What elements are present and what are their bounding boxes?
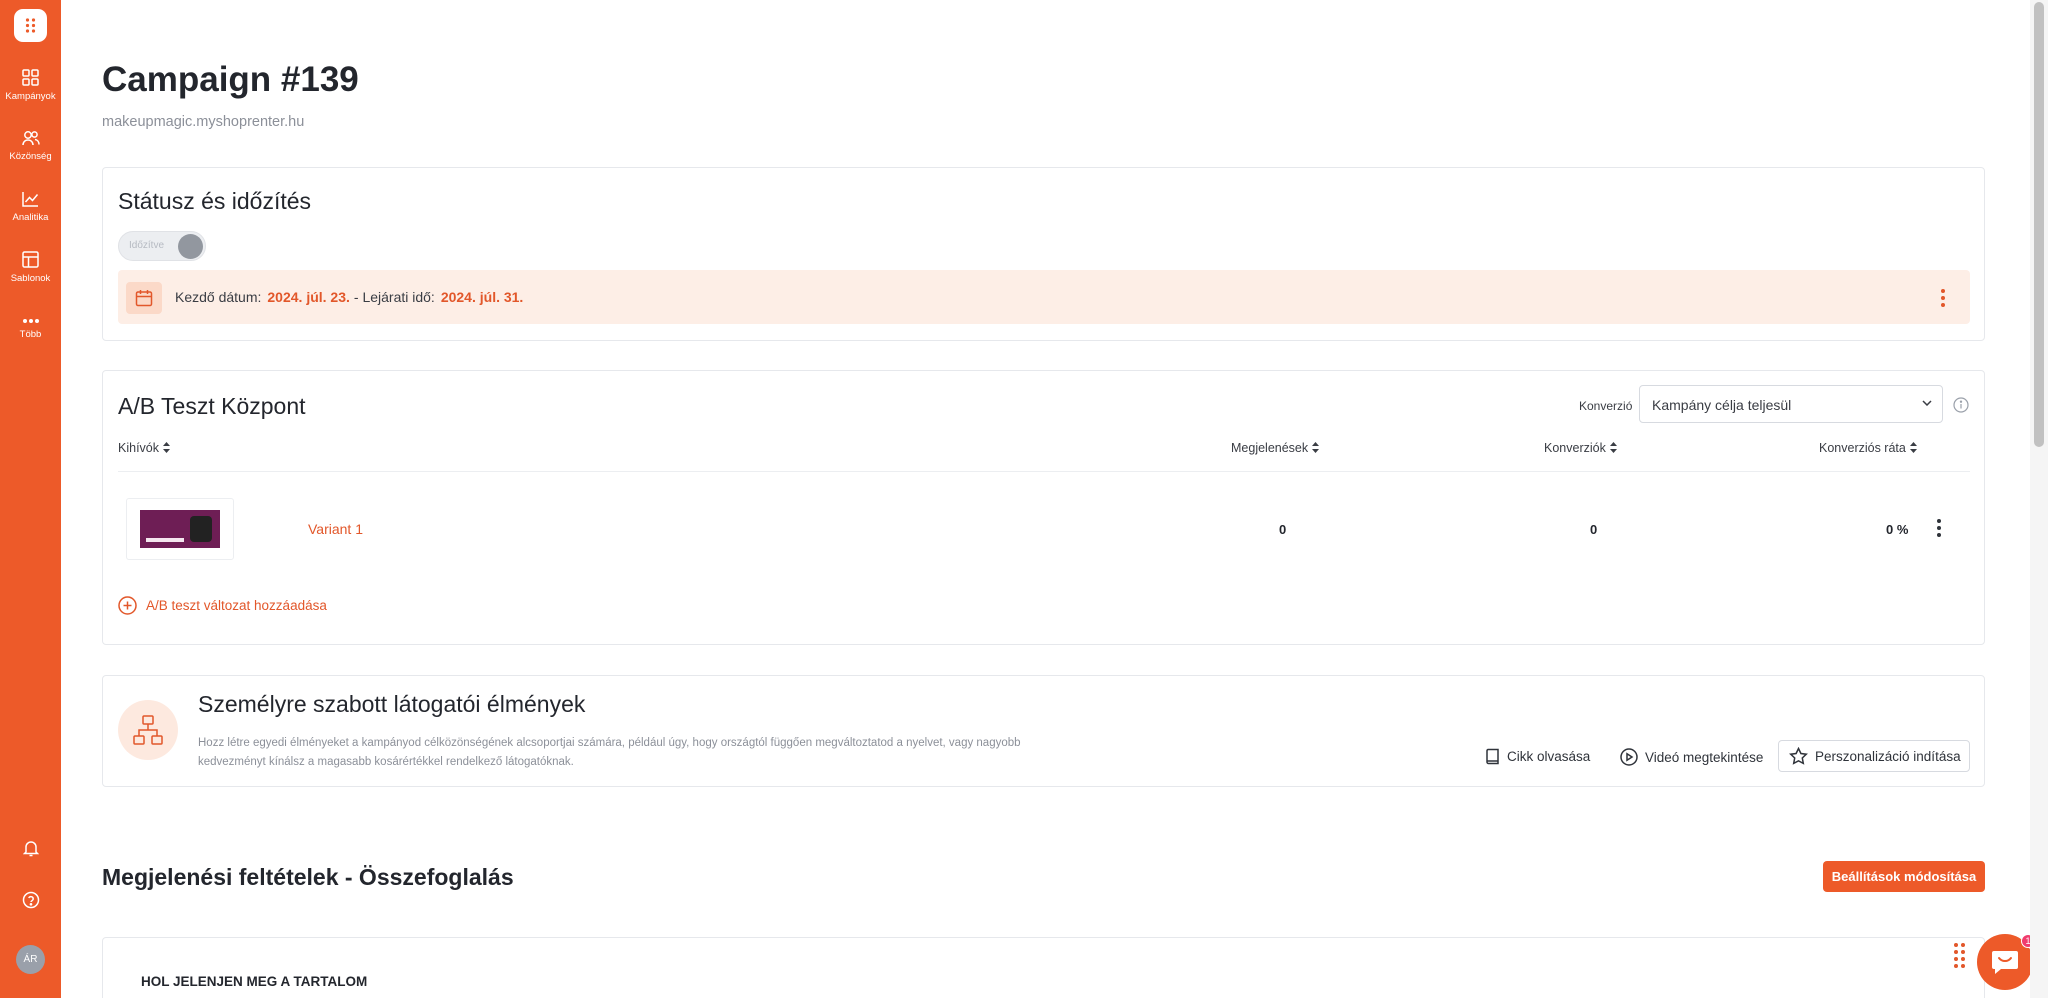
- column-header-conversions[interactable]: Konverziók: [1544, 441, 1617, 455]
- conversion-select-value: Kampány célja teljesül: [1652, 397, 1792, 413]
- start-personalization-button[interactable]: Perszonalizáció indítása: [1778, 740, 1970, 772]
- status-title: Státusz és időzítés: [118, 188, 312, 214]
- conversion-select[interactable]: Kampány célja teljesül: [1639, 385, 1943, 423]
- help-icon: [22, 891, 39, 909]
- sidebar-item-label: Analitika: [12, 212, 49, 223]
- add-ab-variant-button[interactable]: A/B teszt változat hozzáadása: [118, 596, 327, 615]
- bell-icon: [22, 841, 39, 857]
- chart-icon: [22, 192, 39, 207]
- sidebar-item-audience[interactable]: Közönség: [0, 130, 61, 162]
- personalization-description: Hozz létre egyedi élményeket a kampányod…: [198, 737, 1021, 768]
- scrollbar-thumb[interactable]: [2034, 2, 2044, 447]
- toggle-label: Időzítve: [129, 240, 165, 251]
- sort-icon: [1609, 442, 1617, 453]
- sort-icon: [163, 442, 170, 453]
- page-scrollbar[interactable]: [2030, 0, 2048, 998]
- start-date-label: Kezdő dátum:: [175, 289, 262, 305]
- kebab-icon: [1937, 519, 1941, 523]
- schedule-menu-button[interactable]: [1941, 289, 1945, 307]
- end-date-label: - Lejárati idő:: [353, 289, 435, 305]
- sidebar-item-campaigns[interactable]: Kampányok: [0, 69, 61, 102]
- sidebar: Kampányok Közönség Analitika Sablonok Tö…: [0, 0, 61, 998]
- chat-bubble-icon: [1992, 951, 2018, 974]
- end-date-value: 2024. júl. 31.: [440, 289, 524, 305]
- personalization-icon-box: [118, 700, 178, 760]
- schedule-text: Kezdő dátum: 2024. júl. 23. - Lejárati idő…: [175, 289, 527, 305]
- personalization-title: Személyre szabott látogatói élmények: [198, 691, 586, 717]
- kebab-icon: [1941, 289, 1945, 293]
- sort-icon: [1312, 442, 1320, 453]
- edit-settings-button[interactable]: Beállítások módosítása: [1823, 861, 1985, 892]
- notifications-button[interactable]: [0, 839, 61, 857]
- calendar-icon-box[interactable]: [126, 282, 162, 314]
- conversion-label: Konverzió: [1579, 399, 1633, 413]
- grid-icon: [22, 69, 39, 86]
- toggle-knob: [178, 234, 203, 259]
- sidebar-item-label: Sablonok: [10, 273, 51, 284]
- page-domain: makeupmagic.myshoprenter.hu: [102, 114, 305, 130]
- info-icon[interactable]: [1953, 397, 1969, 413]
- where-to-show-card: HOL JELENJEN MEG A TARTALOM: [102, 937, 1985, 998]
- logo-dots-icon: [25, 18, 36, 33]
- where-to-show-title: HOL JELENJEN MEG A TARTALOM: [141, 974, 368, 989]
- sidebar-item-analytics[interactable]: Analitika: [0, 191, 61, 223]
- schedule-toggle[interactable]: Időzítve: [118, 231, 206, 261]
- sidebar-item-label: Kampányok: [5, 91, 56, 102]
- variant-menu-button[interactable]: [1937, 519, 1941, 537]
- calendar-icon: [135, 290, 153, 307]
- column-header-conversion-rate[interactable]: Konverziós ráta: [1819, 441, 1917, 455]
- variant-impressions: 0: [1279, 522, 1287, 537]
- plus-circle-icon: [118, 596, 137, 615]
- chat-drag-handle[interactable]: [1954, 943, 1965, 968]
- variant-conversions: 0: [1590, 522, 1598, 537]
- variant-thumbnail[interactable]: [126, 498, 234, 560]
- summary-title: Megjelenési feltételek - Összefoglalás: [102, 864, 514, 890]
- start-date-value: 2024. júl. 23.: [267, 289, 350, 305]
- star-icon: [1789, 747, 1808, 765]
- help-button[interactable]: [0, 891, 61, 909]
- column-header-impressions[interactable]: Megjelenések: [1231, 441, 1320, 455]
- layout-icon: [22, 251, 39, 268]
- read-article-link[interactable]: Cikk olvasása: [1486, 748, 1590, 765]
- sidebar-item-templates[interactable]: Sablonok: [0, 251, 61, 284]
- ab-test-title: A/B Teszt Központ: [118, 393, 306, 419]
- sidebar-item-label: Közönség: [9, 151, 52, 162]
- sitemap-icon: [133, 715, 163, 745]
- personalization-card: Személyre szabott látogatói élmények Hoz…: [102, 675, 1985, 787]
- more-icon: [22, 319, 39, 323]
- status-card: Státusz és időzítés Időzítve Kezdő dátum…: [102, 167, 1985, 341]
- sidebar-item-label: Több: [19, 329, 42, 340]
- users-icon: [21, 131, 40, 146]
- variant-conversion-rate: 0 %: [1886, 522, 1909, 537]
- ab-test-card: A/B Teszt Központ Konverzió Kampány célj…: [102, 370, 1985, 645]
- book-icon: [1486, 748, 1499, 765]
- schedule-bar: Kezdő dátum: 2024. júl. 23. - Lejárati idő…: [118, 270, 1970, 324]
- play-circle-icon: [1620, 748, 1638, 766]
- avatar[interactable]: ÁR: [16, 945, 45, 974]
- column-header-challengers[interactable]: Kihívók: [118, 441, 170, 455]
- variant-name-link[interactable]: Variant 1: [308, 521, 363, 537]
- sidebar-item-more[interactable]: Több: [0, 318, 61, 340]
- table-divider: [118, 471, 1970, 472]
- chevron-down-icon: [1922, 400, 1932, 406]
- app-logo[interactable]: [14, 9, 47, 42]
- sort-icon: [1909, 442, 1917, 453]
- watch-video-link[interactable]: Videó megtekintése: [1620, 748, 1763, 766]
- variant-preview-image: [140, 510, 220, 548]
- page-title: Campaign #139: [102, 60, 359, 99]
